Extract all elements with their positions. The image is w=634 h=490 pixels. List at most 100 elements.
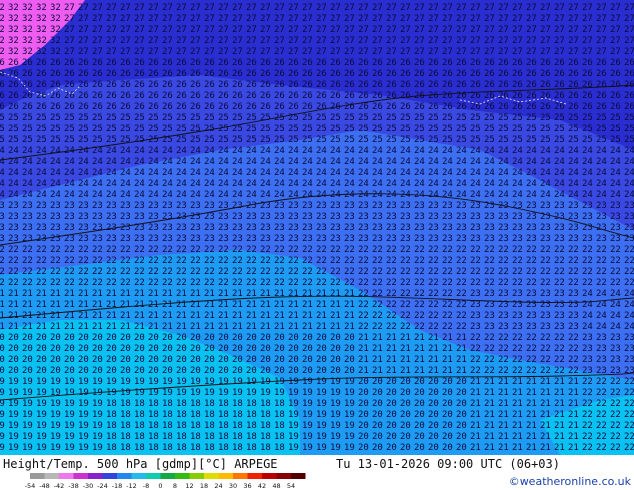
svg-text:20: 20 [148,344,159,354]
svg-text:23: 23 [582,212,593,222]
svg-text:23: 23 [162,201,173,211]
svg-text:27: 27 [204,47,215,57]
svg-text:22: 22 [372,289,383,299]
svg-text:25: 25 [414,124,425,134]
svg-text:19: 19 [302,421,313,431]
svg-text:20: 20 [218,344,229,354]
svg-text:24: 24 [470,157,481,167]
svg-text:21: 21 [50,289,61,299]
svg-text:18: 18 [204,399,215,409]
svg-text:26: 26 [428,91,439,101]
svg-text:24: 24 [218,146,229,156]
svg-text:23: 23 [78,234,89,244]
svg-text:19: 19 [92,443,103,453]
svg-text:22: 22 [22,256,33,266]
svg-text:23: 23 [484,212,495,222]
svg-text:23: 23 [162,234,173,244]
svg-text:22: 22 [344,245,355,255]
svg-text:27: 27 [484,36,495,46]
svg-text:22: 22 [582,410,593,420]
svg-text:21: 21 [218,300,229,310]
svg-text:20: 20 [162,355,173,365]
svg-text:25: 25 [8,135,19,145]
svg-text:19: 19 [0,377,5,387]
svg-text:21: 21 [400,355,411,365]
svg-text:19: 19 [330,421,341,431]
svg-text:26: 26 [330,69,341,79]
svg-text:27: 27 [372,25,383,35]
svg-text:27: 27 [596,36,607,46]
svg-text:21: 21 [106,289,117,299]
svg-text:19: 19 [218,377,229,387]
svg-text:18: 18 [260,421,271,431]
svg-text:23: 23 [232,223,243,233]
svg-text:23: 23 [176,201,187,211]
svg-text:26: 26 [540,91,551,101]
svg-text:24: 24 [148,157,159,167]
svg-text:18: 18 [120,421,131,431]
svg-text:20: 20 [414,399,425,409]
svg-text:23: 23 [134,201,145,211]
svg-text:26: 26 [344,102,355,112]
svg-text:21: 21 [386,333,397,343]
svg-text:32: 32 [36,47,47,57]
svg-text:20: 20 [442,388,453,398]
svg-text:23: 23 [316,234,327,244]
svg-text:19: 19 [8,410,19,420]
svg-text:26: 26 [526,102,537,112]
svg-text:23: 23 [414,234,425,244]
svg-text:26: 26 [512,91,523,101]
svg-text:21: 21 [540,399,551,409]
svg-text:27: 27 [554,36,565,46]
svg-text:23: 23 [92,212,103,222]
svg-text:20: 20 [64,355,75,365]
svg-text:21: 21 [64,300,75,310]
svg-text:18: 18 [106,443,117,453]
svg-text:22: 22 [484,256,495,266]
svg-text:26: 26 [344,91,355,101]
svg-text:27: 27 [400,3,411,13]
svg-text:26: 26 [442,58,453,68]
svg-text:19: 19 [274,388,285,398]
svg-text:18: 18 [246,399,257,409]
svg-text:25: 25 [624,113,634,123]
svg-text:27: 27 [288,36,299,46]
svg-text:21: 21 [120,322,131,332]
svg-text:19: 19 [64,421,75,431]
svg-text:24: 24 [218,157,229,167]
svg-text:19: 19 [232,388,243,398]
svg-text:25: 25 [428,124,439,134]
svg-text:27: 27 [162,47,173,57]
svg-text:24: 24 [386,190,397,200]
svg-text:26: 26 [582,91,593,101]
svg-text:25: 25 [92,135,103,145]
svg-text:27: 27 [64,3,75,13]
svg-text:26: 26 [176,58,187,68]
svg-text:20: 20 [456,388,467,398]
svg-text:26: 26 [456,102,467,112]
svg-text:20: 20 [190,355,201,365]
svg-text:22: 22 [568,344,579,354]
svg-text:26: 26 [372,91,383,101]
svg-text:21: 21 [568,443,579,453]
svg-text:23: 23 [302,234,313,244]
svg-text:23: 23 [260,212,271,222]
color-scale-label: 18 [200,482,208,490]
svg-text:25: 25 [288,135,299,145]
svg-text:25: 25 [22,124,33,134]
svg-text:22: 22 [512,245,523,255]
svg-text:26: 26 [372,69,383,79]
svg-text:26: 26 [288,102,299,112]
svg-text:20: 20 [372,399,383,409]
svg-text:18: 18 [274,443,285,453]
svg-text:23: 23 [414,212,425,222]
svg-text:27: 27 [274,14,285,24]
credit-link[interactable]: ©weatheronline.co.uk [509,475,631,488]
svg-text:21: 21 [498,377,509,387]
svg-text:27: 27 [246,14,257,24]
svg-text:23: 23 [624,366,634,376]
svg-text:26: 26 [78,102,89,112]
svg-text:19: 19 [78,443,89,453]
svg-text:23: 23 [246,234,257,244]
svg-text:22: 22 [358,278,369,288]
